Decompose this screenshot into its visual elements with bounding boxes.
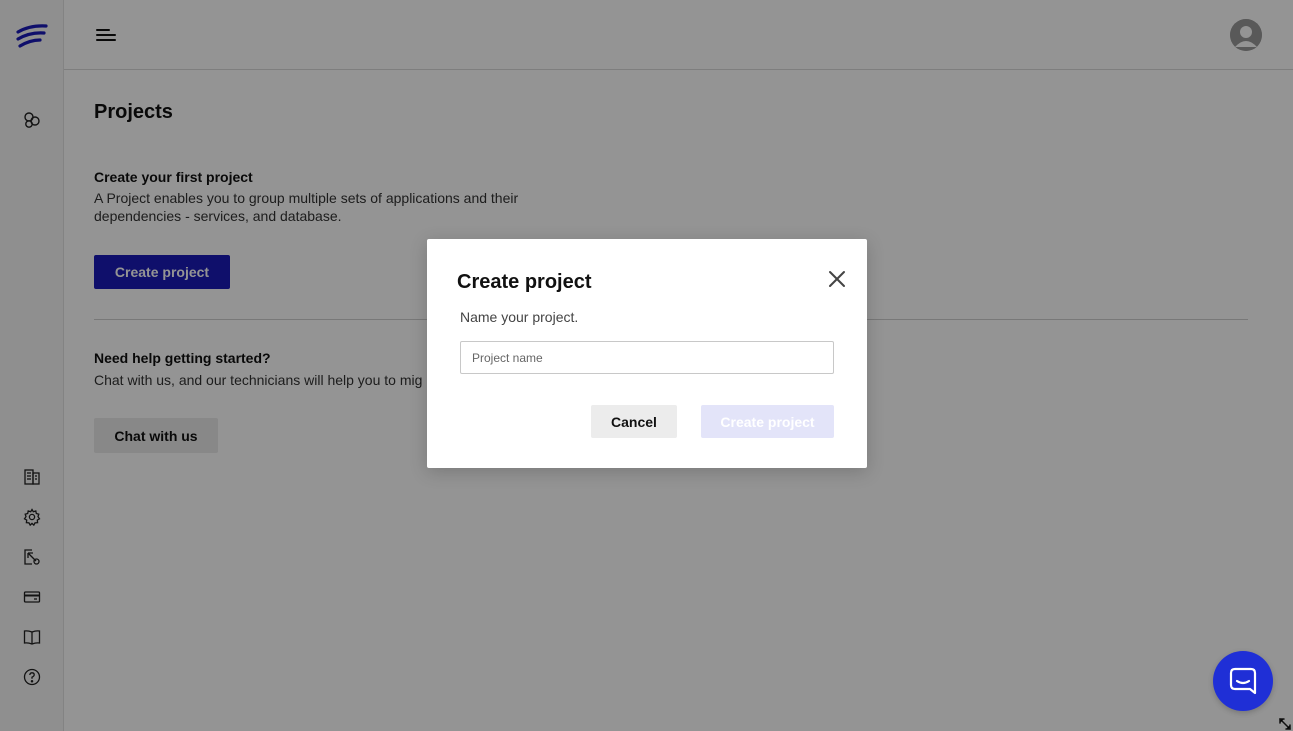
- create-project-dialog: Create project Name your project. Cancel…: [427, 239, 867, 468]
- project-name-input[interactable]: [460, 341, 834, 374]
- resize-handle-icon[interactable]: [1279, 717, 1291, 730]
- close-icon[interactable]: [827, 269, 847, 289]
- app-window: Projects Create your first project A Pro…: [0, 0, 1293, 731]
- dialog-title: Create project: [457, 271, 592, 293]
- chat-icon[interactable]: [1213, 651, 1273, 711]
- dialog-subtitle: Name your project.: [460, 309, 579, 325]
- dialog-create-project-button[interactable]: Create project: [701, 405, 834, 438]
- cancel-button[interactable]: Cancel: [591, 405, 677, 438]
